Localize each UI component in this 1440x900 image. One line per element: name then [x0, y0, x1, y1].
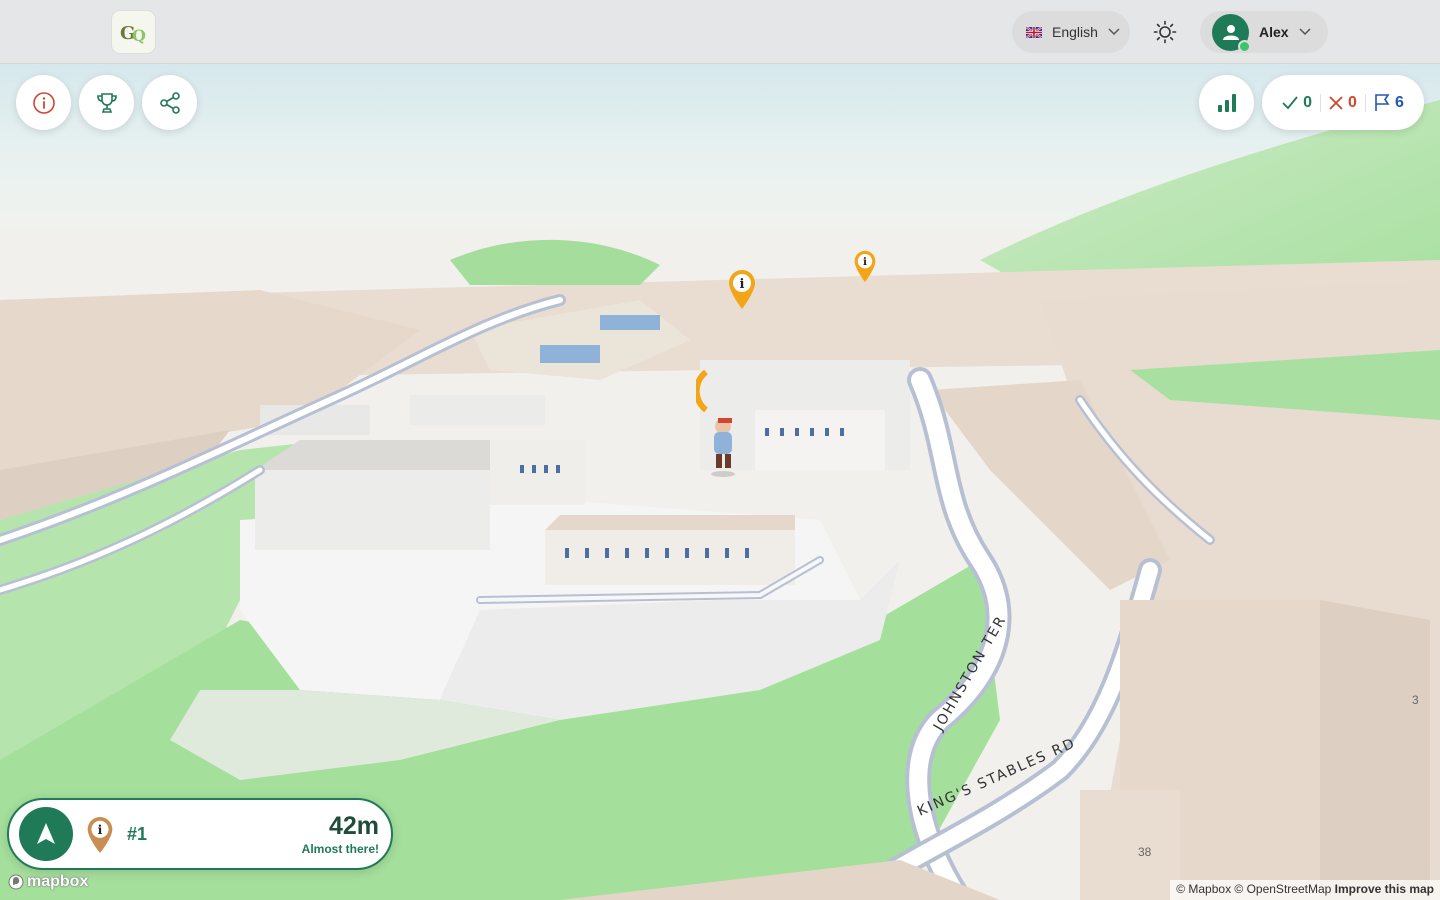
navigation-arrow-icon	[37, 823, 55, 844]
distance-value: 42m	[328, 812, 379, 840]
stats-button[interactable]	[1199, 75, 1254, 130]
cross-icon	[1329, 95, 1343, 110]
svg-text:i: i	[740, 277, 745, 292]
info-marker-icon: i	[87, 816, 113, 854]
mapbox-logo[interactable]: mapbox	[8, 873, 88, 891]
wrong-count: 0	[1320, 93, 1365, 112]
trophy-icon	[96, 92, 117, 113]
target-rank: #1	[127, 824, 148, 844]
share-button[interactable]	[142, 75, 197, 130]
user-name: Alex	[1259, 24, 1289, 40]
sun-icon	[1153, 20, 1177, 44]
flags-count-value: 6	[1394, 93, 1404, 111]
language-selector[interactable]: English	[1012, 11, 1130, 53]
wrong-count-value: 0	[1348, 93, 1357, 111]
uk-flag-icon	[1026, 26, 1042, 38]
map-attribution: © Mapbox © OpenStreetMap Improve this ma…	[1170, 880, 1440, 900]
user-icon	[1222, 25, 1239, 40]
online-status-dot	[1238, 39, 1251, 53]
leaderboard-trophy-button[interactable]	[79, 75, 134, 130]
share-icon	[159, 91, 180, 114]
map-canvas[interactable]: i i JOHNSTON TER KING'S STABLES RD 38 3	[0, 0, 1440, 900]
check-icon	[1282, 95, 1298, 109]
info-marker-icon: i	[854, 250, 876, 282]
info-marker-icon: i	[729, 270, 755, 309]
flag-icon	[1375, 93, 1390, 111]
mapbox-logo-text: mapbox	[27, 873, 89, 890]
recenter-button[interactable]	[19, 807, 73, 861]
app-logo[interactable]: G Q	[111, 10, 156, 54]
correct-count-value: 0	[1303, 93, 1313, 111]
info-icon	[32, 91, 55, 114]
top-bar: G Q English Alex	[0, 0, 1440, 64]
house-number: 38	[1138, 845, 1152, 859]
language-label: English	[1052, 24, 1098, 40]
avatar	[1212, 13, 1251, 53]
score-summary[interactable]: 0 0 6	[1262, 75, 1424, 130]
correct-count: 0	[1274, 94, 1320, 112]
svg-text:i: i	[863, 256, 867, 268]
improve-map-link[interactable]: Improve this map	[1335, 882, 1434, 896]
navigation-panel[interactable]: i #1 42m Almost there!	[7, 798, 393, 870]
attribution-text[interactable]: © Mapbox © OpenStreetMap	[1176, 882, 1331, 896]
house-number: 3	[1412, 693, 1419, 707]
mapbox-icon	[8, 874, 24, 890]
user-menu[interactable]: Alex	[1200, 11, 1328, 53]
svg-text:Q: Q	[132, 26, 146, 45]
chevron-down-icon	[1299, 28, 1311, 36]
info-button[interactable]	[16, 75, 71, 130]
bar-chart-icon	[1217, 93, 1236, 112]
player-avatar-icon	[696, 370, 735, 477]
logo-icon: G Q	[120, 23, 146, 45]
svg-text:i: i	[98, 822, 103, 837]
target-poi-marker: i	[85, 816, 115, 859]
theme-toggle[interactable]	[1142, 11, 1188, 53]
distance-status: Almost there!	[301, 842, 379, 856]
flags-count: 6	[1364, 93, 1412, 112]
chevron-down-icon	[1108, 28, 1120, 36]
